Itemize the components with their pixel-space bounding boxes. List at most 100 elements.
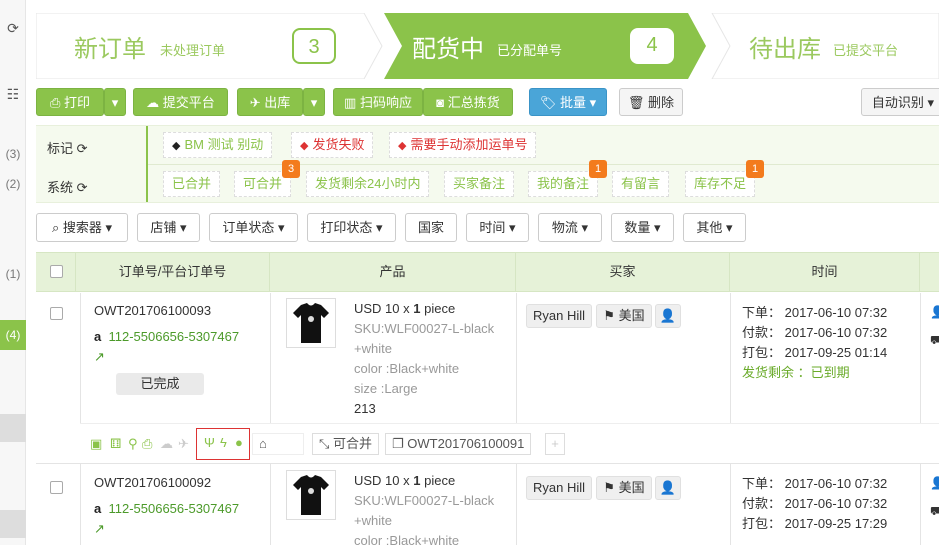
cloud-icon[interactable]: ☁	[160, 436, 173, 452]
mark-label: 标记 ⟳	[47, 138, 88, 157]
system-label-text: 系统	[47, 180, 74, 195]
drop-icon[interactable]: ●	[235, 435, 243, 450]
auto-detect-button[interactable]: 自动识别 ▾	[861, 88, 939, 116]
buyer-country[interactable]: ⚑ 美国	[596, 304, 652, 328]
scan-button[interactable]: ▥ 扫码响应	[333, 88, 423, 116]
platform-order-link[interactable]: a 112-5506656-5307467	[94, 501, 239, 516]
user-icon[interactable]: 👤	[655, 304, 681, 328]
refresh-icon[interactable]: ⟳	[3, 20, 23, 38]
filter-order-status[interactable]: 订单状态 ▾	[209, 213, 298, 242]
sidebar-count-3[interactable]: (1)	[0, 267, 26, 281]
external-link-icon[interactable]: ↗	[94, 521, 105, 537]
product-sku-cont: +white	[354, 341, 392, 356]
submit-platform-button[interactable]: ☁ 提交平台	[133, 88, 228, 116]
cutlery-icon[interactable]: Ψ	[204, 435, 215, 450]
order-number[interactable]: OWT201706100093	[94, 303, 211, 318]
product-thumbnail[interactable]	[286, 298, 336, 348]
product-sku: SKU:WLF00027-L-black	[354, 321, 495, 336]
user-icon[interactable]: 👤	[655, 476, 681, 500]
row-checkbox[interactable]	[50, 307, 63, 320]
platform-order-number: 112-5506656-5307467	[108, 501, 240, 516]
step-allocating[interactable]: 配货中 已分配单号 4	[384, 13, 704, 79]
print-dropdown[interactable]: ▾	[104, 88, 126, 116]
mark-tag-manual[interactable]: ◆ 需要手动添加运单号	[389, 132, 537, 158]
plane-icon[interactable]: ✈	[178, 436, 189, 452]
status-badge: 已完成	[116, 373, 204, 395]
flash-icon[interactable]: ϟ	[220, 435, 227, 450]
sitemap-icon[interactable]: ☷	[3, 86, 23, 104]
warehouse-pill[interactable]: ⌂	[252, 433, 304, 455]
sidebar-count-2[interactable]: (2)	[0, 177, 26, 191]
money-icon[interactable]: ▣	[90, 436, 102, 452]
delete-button[interactable]: 🗑 删除	[619, 88, 683, 116]
buyer-country[interactable]: ⚑ 美国	[596, 476, 652, 500]
step-pending-ship[interactable]: 待出库 已提交平台	[712, 13, 939, 79]
sys-tag-buyer-note[interactable]: 买家备注	[444, 171, 515, 197]
sys-tag-24h[interactable]: 发货剩余24小时内	[306, 171, 430, 197]
person-icon[interactable]: 👤	[930, 476, 939, 490]
sidebar-count-1[interactable]: (3)	[0, 147, 26, 161]
pay-time: 付款： 2017-06-10 07:32	[742, 496, 888, 511]
product-stock: 213	[354, 401, 376, 416]
tshirt-image	[293, 475, 329, 515]
ship-dropdown[interactable]: ▾	[303, 88, 325, 116]
map-marker-icon[interactable]: ⚲	[128, 436, 138, 452]
external-link-icon[interactable]: ↗	[94, 349, 105, 365]
mark-tag-failed[interactable]: ◆ 发货失败	[291, 132, 374, 158]
truck-icon[interactable]: ⛟	[930, 504, 939, 520]
sys-tag-merged[interactable]: 已合并	[163, 171, 221, 197]
search-icon: ⌕	[51, 220, 63, 235]
tag-text: 可合并	[243, 176, 283, 191]
person-icon[interactable]: 👤	[930, 305, 939, 319]
sys-tag-my-note[interactable]: 我的备注 1	[528, 160, 608, 197]
tag-panel: 标记 ⟳ 系统 ⟳ ◆ BM 测试 别动 ◆ 发货失败 ◆ 需要手动添加运单号 已合并…	[36, 125, 939, 203]
filter-searcher[interactable]: ⌕ 搜索器 ▾	[36, 213, 128, 242]
sys-tag-message[interactable]: 有留言	[612, 171, 670, 197]
filter-other[interactable]: 其他 ▾	[683, 213, 746, 242]
filter-label: 国家	[417, 220, 444, 235]
buyer-name[interactable]: Ryan Hill	[526, 476, 592, 500]
step-new-orders[interactable]: 新订单 未处理订单 3	[36, 13, 382, 79]
mark-tag-bm[interactable]: ◆ BM 测试 别动	[163, 132, 273, 158]
step-title: 新订单	[74, 36, 146, 63]
product-color: color :Black+white	[354, 533, 460, 545]
print-icon[interactable]: ⎙	[142, 436, 152, 452]
batch-button[interactable]: 🏷 批量 ▾	[529, 88, 607, 116]
sys-tag-low-stock[interactable]: 库存不足 1	[685, 160, 765, 197]
print-button[interactable]: ⎙ 打印	[36, 88, 104, 116]
step-count: 3	[292, 28, 336, 64]
row-checkbox[interactable]	[50, 481, 63, 494]
product-thumbnail[interactable]	[286, 470, 336, 520]
truck-icon[interactable]: ⛟	[930, 333, 939, 349]
country-name: 美国	[618, 480, 645, 495]
platform-order-link[interactable]: a 112-5506656-5307467	[94, 329, 239, 344]
select-all-checkbox[interactable]	[50, 265, 63, 278]
buyer-name[interactable]: Ryan Hill	[526, 304, 592, 328]
related-order-pill[interactable]: ❐ OWT201706100091	[385, 433, 532, 455]
table-row: OWT201706100093 a 112-5506656-5307467 ↗ …	[36, 293, 939, 463]
filter-shop[interactable]: 店铺 ▾	[137, 213, 200, 242]
mergeable-pill[interactable]: ⤡ 可合并	[312, 433, 380, 455]
order-number[interactable]: OWT201706100092	[94, 475, 211, 490]
pack-time: 打包： 2017-09-25 01:14	[742, 345, 888, 360]
tag-text: 我的备注	[537, 176, 590, 191]
filter-quantity[interactable]: 数量 ▾	[611, 213, 674, 242]
table-row: OWT201706100092 a 112-5506656-5307467 ↗ …	[36, 463, 939, 545]
refresh-icon[interactable]: ⟳	[77, 141, 88, 156]
filter-logistics[interactable]: 物流 ▾	[538, 213, 602, 242]
filter-print-status[interactable]: 打印状态 ▾	[307, 213, 396, 242]
sys-tag-mergeable[interactable]: 可合并 3	[234, 160, 301, 197]
add-button[interactable]: +	[545, 433, 565, 455]
ship-button[interactable]: ✈ 出库	[237, 88, 303, 116]
divider	[920, 293, 921, 423]
product-price-line: USD 10 x 1 piece	[354, 299, 494, 319]
print-label: 打印	[64, 95, 91, 110]
pick-button[interactable]: ◙ 汇总拣货	[423, 88, 513, 116]
refresh-icon[interactable]: ⟳	[77, 180, 88, 195]
gift-icon[interactable]: ⚅	[110, 436, 121, 452]
cloud-upload-icon: ☁	[146, 95, 163, 110]
filter-country[interactable]: 国家	[405, 213, 457, 242]
filter-time[interactable]: 时间 ▾	[466, 213, 529, 242]
divider	[270, 464, 271, 545]
sidebar-active-count[interactable]: (4)	[0, 320, 26, 350]
